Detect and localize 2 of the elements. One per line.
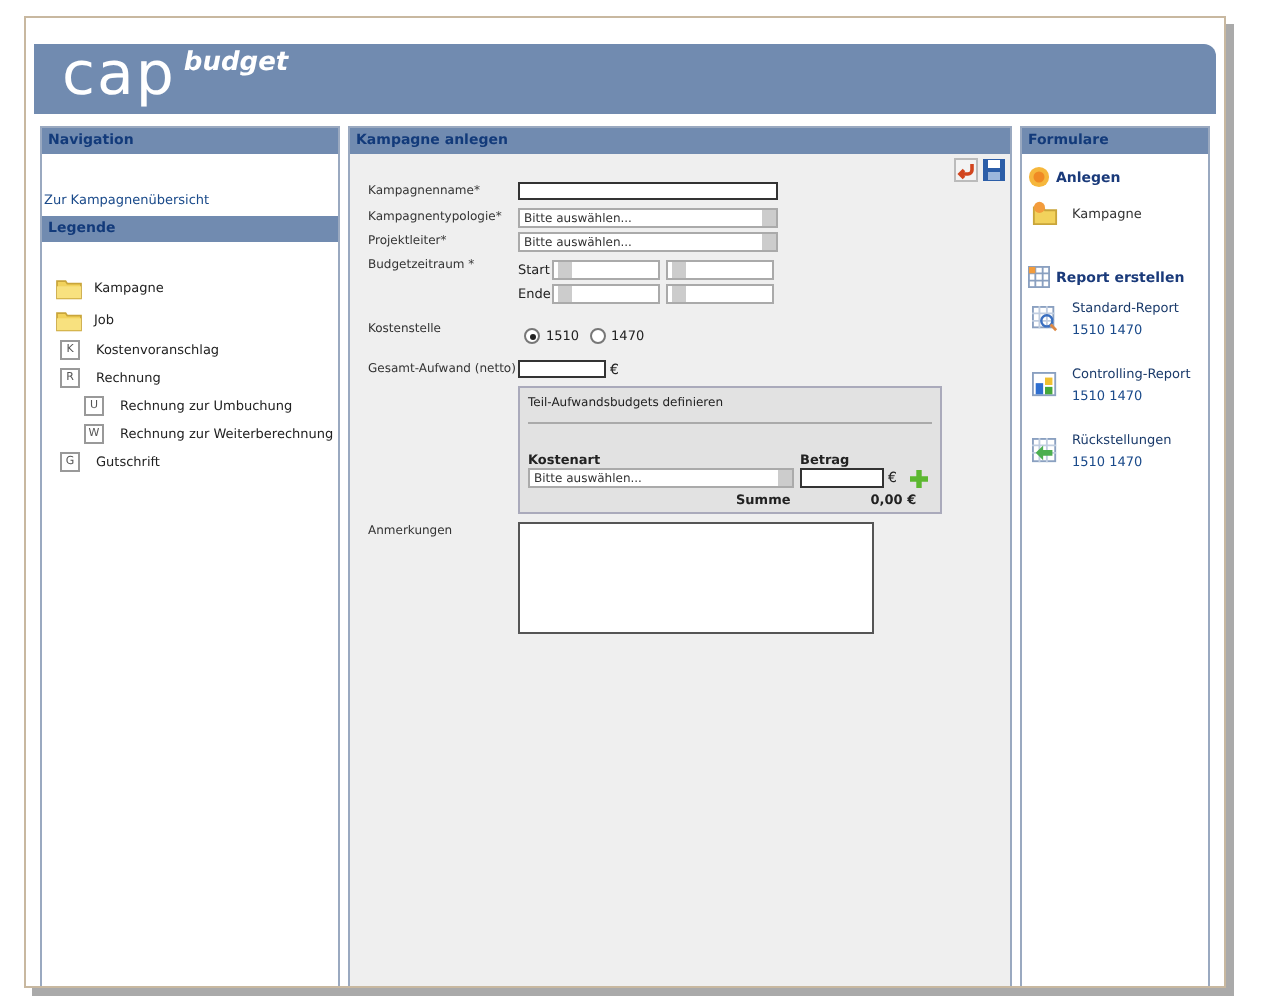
logo: cap [62,44,176,108]
logo-subtitle: budget [183,48,289,78]
